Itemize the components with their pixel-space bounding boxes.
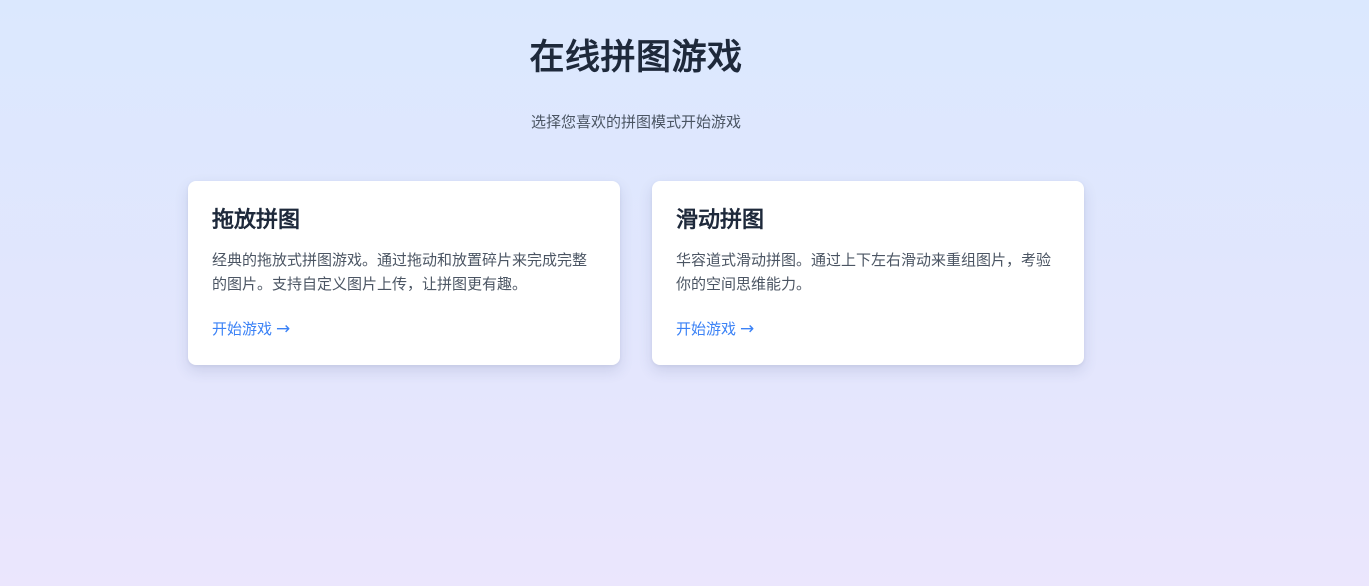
- page-title: 在线拼图游戏: [529, 38, 743, 78]
- page-subtitle: 选择您喜欢的拼图模式开始游戏: [530, 113, 741, 131]
- slide-puzzle-title: 滑动拼图: [676, 208, 765, 233]
- drag-puzzle-start-link[interactable]: 开始游戏 →: [212, 317, 290, 341]
- drag-puzzle-start-label: 开始游戏: [212, 320, 273, 338]
- slide-puzzle-start-label: 开始游戏: [676, 320, 737, 338]
- slide-puzzle-description: 华容道式滑动拼图。通过上下左右滑动来重组图片，考验你的空间思维能力。: [676, 251, 1052, 293]
- slide-puzzle-card[interactable]: 滑动拼图 华容道式滑动拼图。通过上下左右滑动来重组图片，考验你的空间思维能力。 …: [652, 181, 1084, 365]
- arrow-right-icon: →: [740, 319, 755, 339]
- drag-puzzle-card[interactable]: 拖放拼图 经典的拖放式拼图游戏。通过拖动和放置碎片来完成完整的图片。支持自定义图…: [188, 181, 620, 365]
- drag-puzzle-description: 经典的拖放式拼图游戏。通过拖动和放置碎片来完成完整的图片。支持自定义图片上传，让…: [212, 251, 588, 293]
- slide-puzzle-start-link[interactable]: 开始游戏 →: [676, 317, 754, 341]
- drag-puzzle-title: 拖放拼图: [212, 208, 301, 233]
- page: 在线拼图游戏 选择您喜欢的拼图模式开始游戏 拖放拼图 经典的拖放式拼图游戏。通过…: [0, 0, 1369, 586]
- arrow-right-icon: →: [276, 319, 291, 339]
